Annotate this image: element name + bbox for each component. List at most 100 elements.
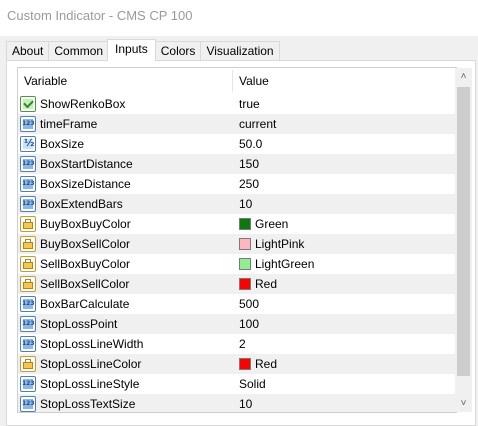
grid-rows: ShowRenkoBox true timeFrame current BoxSize 5… [18, 94, 456, 412]
color-swatch [239, 358, 251, 370]
column-header-value[interactable]: Value [233, 68, 456, 94]
scroll-down-arrow-icon[interactable]: ˅ [455, 395, 472, 412]
variable-name: BuyBoxSellColor [40, 237, 131, 251]
integer-icon [20, 316, 36, 332]
variable-value[interactable]: LightGreen [239, 254, 314, 274]
variable-value[interactable]: 10 [239, 194, 252, 214]
color-icon [20, 236, 36, 252]
variable-name: SellBoxSellColor [40, 277, 130, 291]
variable-value-text: 10 [239, 197, 253, 211]
integer-icon [20, 196, 36, 212]
variable-name: StopLossLineWidth [40, 337, 144, 351]
variable-value[interactable]: 50.0 [239, 134, 262, 154]
grid-header: Variable Value [18, 68, 456, 94]
tab-strip: About Common Inputs Colors Visualization [6, 39, 280, 61]
integer-icon [20, 116, 36, 132]
color-icon [20, 216, 36, 232]
variable-value[interactable]: LightPink [239, 234, 304, 254]
integer-icon [20, 296, 36, 312]
color-swatch [239, 218, 251, 230]
variable-value-text: 100 [239, 317, 260, 331]
variable-value-text: Red [255, 277, 278, 291]
tab-inputs[interactable]: Inputs [107, 39, 156, 61]
variable-value[interactable]: 10 [239, 394, 253, 412]
scroll-up-arrow-icon[interactable]: ˄ [455, 68, 472, 85]
inputs-grid: Variable Value ShowRenkoBox true timeFrame… [17, 67, 457, 413]
table-row[interactable]: BoxSize 50.0 [18, 134, 456, 154]
variable-name: StopLossPoint [40, 317, 118, 331]
table-row[interactable]: BuyBoxSellColor LightPink [18, 234, 456, 254]
variable-name: SellBoxBuyColor [40, 257, 131, 271]
tab-colors[interactable]: Colors [154, 41, 201, 60]
integer-icon [20, 176, 36, 192]
variable-value[interactable]: 2 [239, 334, 246, 354]
table-row[interactable]: StopLossLineWidth 2 [18, 334, 456, 354]
table-row[interactable]: SellBoxBuyColor LightGreen [18, 254, 456, 274]
variable-value-text: 10 [239, 397, 253, 411]
variable-name: ShowRenkoBox [40, 97, 126, 111]
table-row[interactable]: BoxBarCalculate 500 [18, 294, 456, 314]
color-swatch [239, 238, 251, 250]
table-row[interactable]: SellBoxSellColor Red [18, 274, 456, 294]
variable-name: BuyBoxBuyColor [40, 217, 131, 231]
color-icon [20, 256, 36, 272]
table-row[interactable]: StopLossTextSize 10 [18, 394, 456, 412]
variable-name: BoxStartDistance [40, 157, 133, 171]
variable-value[interactable]: Solid [239, 374, 266, 394]
variable-value-text: Red [255, 357, 278, 371]
variable-value-text: Solid [239, 377, 266, 391]
variable-value[interactable]: Red [239, 354, 277, 374]
variable-name: BoxSizeDistance [40, 177, 131, 191]
table-row[interactable]: timeFrame current [18, 114, 456, 134]
variable-value-text: 500 [239, 297, 260, 311]
table-row[interactable]: BoxStartDistance 150 [18, 154, 456, 174]
variable-value[interactable]: Green [239, 214, 288, 234]
table-row[interactable]: StopLossLineStyle Solid [18, 374, 456, 394]
integer-icon [20, 376, 36, 392]
table-row[interactable]: ShowRenkoBox true [18, 94, 456, 114]
variable-value[interactable]: Red [239, 274, 277, 294]
integer-icon [20, 336, 36, 352]
color-swatch [239, 258, 251, 270]
tab-common[interactable]: Common [48, 41, 109, 60]
tab-visualization[interactable]: Visualization [200, 41, 280, 60]
vertical-scrollbar[interactable]: ˄ ˅ [455, 68, 472, 412]
variable-name: timeFrame [40, 117, 98, 131]
variable-value[interactable]: 250 [239, 174, 259, 194]
table-row[interactable]: BuyBoxBuyColor Green [18, 214, 456, 234]
variable-value-text: LightGreen [255, 257, 315, 271]
table-row[interactable]: BoxSizeDistance 250 [18, 174, 456, 194]
variable-value-text: current [239, 117, 277, 131]
variable-value[interactable]: true [239, 94, 260, 114]
variable-value-text: true [239, 97, 260, 111]
variable-name: BoxBarCalculate [40, 297, 130, 311]
window-title: Custom Indicator - CMS CP 100 [7, 8, 193, 23]
title-bar: Custom Indicator - CMS CP 100 [0, 0, 478, 36]
variable-name: StopLossLineStyle [40, 377, 140, 391]
variable-name: BoxSize [40, 137, 85, 151]
variable-value[interactable]: 100 [239, 314, 259, 334]
variable-value-text: 250 [239, 177, 260, 191]
integer-icon [20, 156, 36, 172]
tab-about[interactable]: About [6, 41, 49, 60]
variable-value-text: 150 [239, 157, 260, 171]
double-icon [20, 136, 36, 152]
variable-name: BoxExtendBars [40, 197, 123, 211]
variable-value[interactable]: 500 [239, 294, 259, 314]
table-row[interactable]: BoxExtendBars 10 [18, 194, 456, 214]
variable-value[interactable]: current [239, 114, 276, 134]
variable-value-text: LightPink [255, 237, 305, 251]
column-header-variable[interactable]: Variable [18, 68, 232, 94]
color-icon [20, 356, 36, 372]
table-row[interactable]: StopLossPoint 100 [18, 314, 456, 334]
color-swatch [239, 278, 251, 290]
bool-icon [20, 96, 36, 112]
variable-name: StopLossLineColor [40, 357, 142, 371]
integer-icon [20, 396, 36, 412]
variable-value-text: Green [255, 217, 289, 231]
scroll-thumb[interactable] [457, 87, 470, 376]
color-icon [20, 276, 36, 292]
table-row[interactable]: StopLossLineColor Red [18, 354, 456, 374]
variable-name: StopLossTextSize [40, 397, 136, 411]
variable-value[interactable]: 150 [239, 154, 259, 174]
